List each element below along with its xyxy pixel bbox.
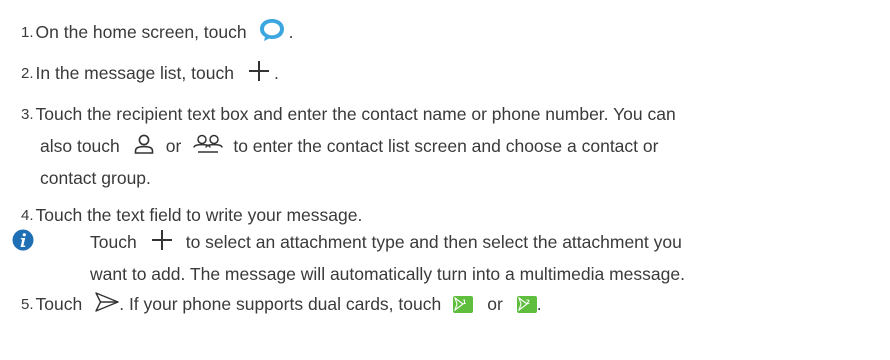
step-number: 4. — [21, 206, 34, 224]
step-text: contact group. — [40, 167, 151, 188]
step-text-or: or — [487, 293, 503, 314]
step-text-or: or — [165, 135, 182, 156]
messaging-app-icon — [259, 18, 285, 47]
step-5: 5. Touch . If your phone supports dual c… — [21, 289, 542, 319]
step-3-line-1: 3. Touch the recipient text box and ente… — [21, 99, 676, 129]
step-number: 1. — [21, 23, 34, 41]
info-icon — [12, 229, 34, 256]
note-text: want to add. The message will automatica… — [90, 263, 685, 284]
step-3-line-3: contact group. — [40, 163, 151, 193]
step-text: also touch — [40, 135, 120, 156]
step-4: 4. Touch the text field to write your me… — [21, 200, 362, 230]
step-text: On the home screen, touch — [35, 21, 247, 42]
plus-icon — [248, 60, 270, 87]
step-text-end: . — [536, 293, 542, 314]
step-text-end: . — [288, 21, 294, 42]
step-number: 3. — [21, 105, 34, 123]
attachment-plus-icon — [151, 229, 173, 256]
sim1-slot-label: 1 — [462, 298, 467, 306]
step-text: In the message list, touch — [35, 62, 234, 83]
step-text: . If your phone supports dual cards, tou… — [119, 293, 442, 314]
note-line-1: Touch to select an attachment type and t… — [90, 227, 682, 257]
step-2: 2. In the message list, touch . — [21, 58, 279, 88]
sim1-send-icon: 1 — [453, 295, 474, 313]
send-icon — [95, 291, 119, 317]
step-text: Touch the recipient text box and enter t… — [35, 103, 676, 124]
step-text-end: . — [273, 62, 279, 83]
step-3-line-2: also touch or to enter the contact list … — [40, 131, 658, 161]
note-text: Touch — [90, 231, 137, 252]
step-1: 1. On the home screen, touch . — [21, 17, 293, 47]
step-text: Touch the text field to write your messa… — [35, 204, 363, 225]
sim2-slot-label: 2 — [525, 298, 530, 306]
note-text: to select an attachment type and then se… — [185, 231, 682, 252]
step-text: Touch — [35, 293, 83, 314]
note-line-2: want to add. The message will automatica… — [90, 259, 685, 289]
step-number: 2. — [21, 64, 34, 82]
person-icon — [134, 134, 154, 159]
step-text: to enter the contact list screen and cho… — [233, 135, 659, 156]
contact-group-icon — [193, 134, 224, 159]
sim2-send-icon: 2 — [516, 295, 537, 313]
step-number: 5. — [21, 295, 34, 313]
